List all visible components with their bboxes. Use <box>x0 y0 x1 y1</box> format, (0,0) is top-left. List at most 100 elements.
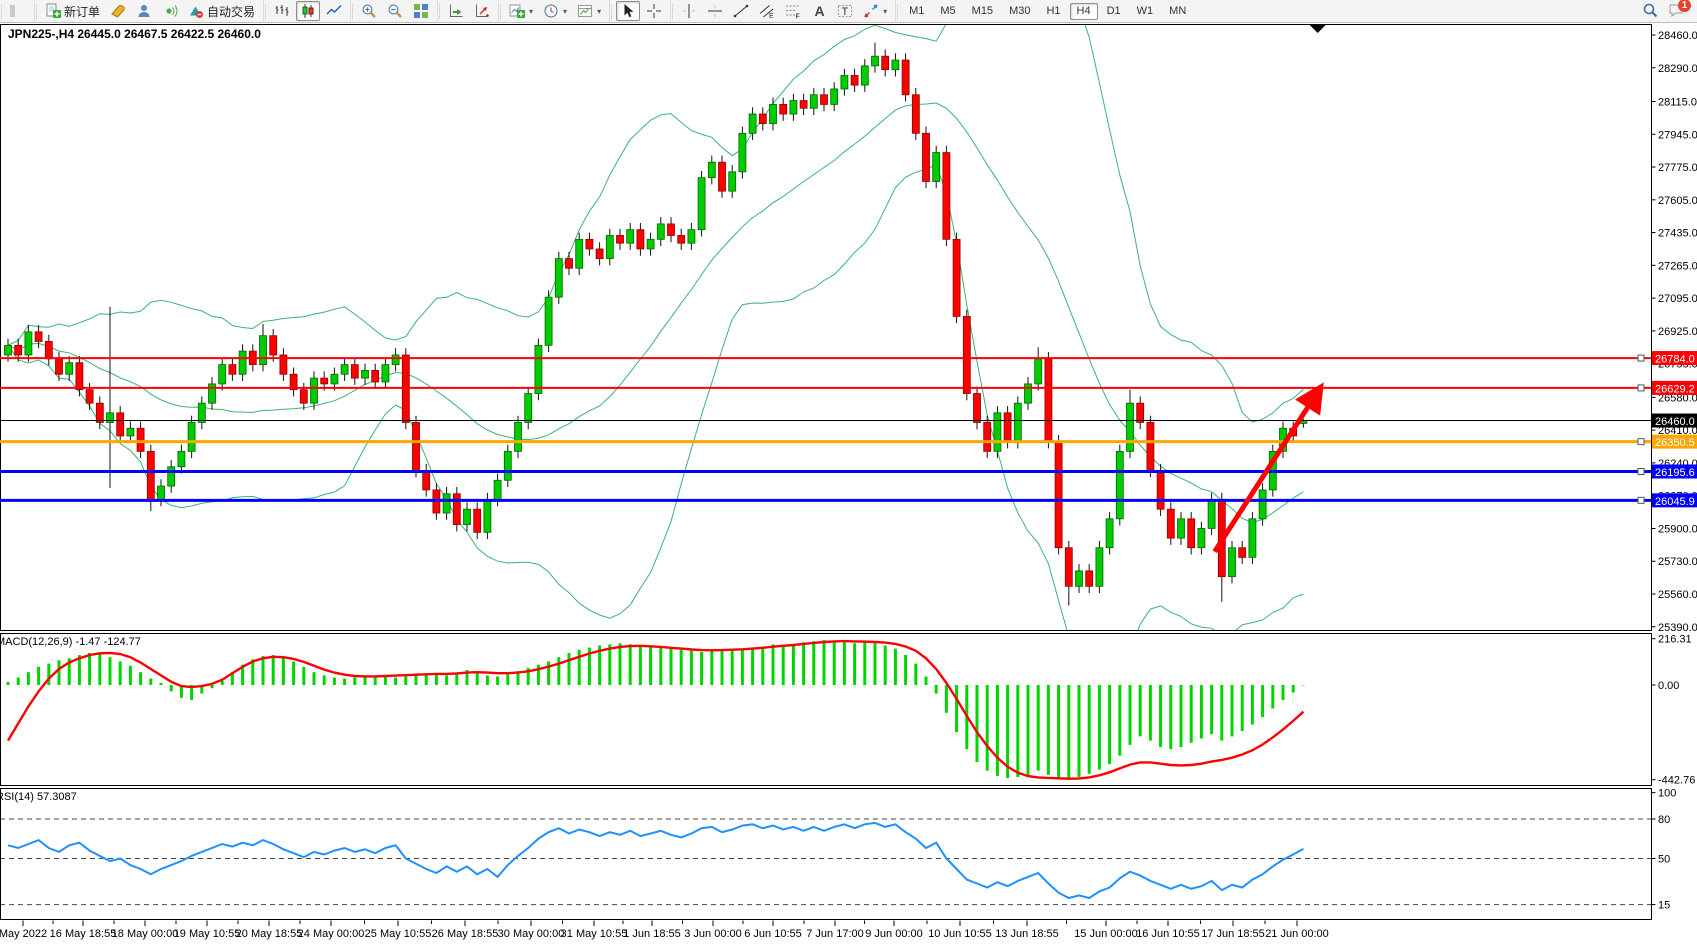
candle <box>810 95 817 108</box>
tf-w1-button[interactable]: W1 <box>1130 3 1161 20</box>
price-tick-label: 25730.0 <box>1658 556 1697 568</box>
line-handle[interactable] <box>1638 355 1644 361</box>
toolbar-group-scroll <box>437 0 498 23</box>
tf-d1-button[interactable]: D1 <box>1100 3 1128 20</box>
fibonacci-button[interactable]: F <box>781 1 805 21</box>
candle <box>637 230 644 249</box>
profile-button[interactable] <box>132 1 156 21</box>
bar-chart-button[interactable] <box>270 1 294 21</box>
auto-trading-button[interactable]: 自动交易 <box>184 1 259 21</box>
chart-shift-button[interactable] <box>470 1 494 21</box>
tf-m15-button-label: M15 <box>972 5 993 17</box>
line-icon <box>326 3 342 19</box>
price-marker-label: 26045.9 <box>1655 496 1695 508</box>
candle <box>1259 490 1266 519</box>
svg-text:F: F <box>796 14 800 20</box>
new-order-button[interactable]: 新订单 <box>41 1 104 21</box>
candle <box>321 378 328 384</box>
tf-mn-button[interactable]: MN <box>1162 3 1193 20</box>
macd-axis-label: 0.00 <box>1658 680 1679 692</box>
trendline-icon <box>733 3 749 19</box>
candle <box>1249 519 1256 558</box>
candle <box>219 365 226 384</box>
time-axis[interactable]: May 202216 May 18:5518 May 00:0019 May 1… <box>0 921 1329 941</box>
price-marker-label: 26195.6 <box>1655 467 1695 479</box>
tf-m30-button[interactable]: M30 <box>1002 3 1037 20</box>
channel-button[interactable]: E <box>755 1 779 21</box>
tf-h1-button[interactable]: H1 <box>1039 3 1067 20</box>
candle <box>96 403 103 422</box>
vertical-line-button[interactable] <box>677 1 701 21</box>
candle <box>25 332 32 355</box>
template-button[interactable]: ▾ <box>573 1 605 21</box>
macd-label: MACD(12,26,9) -1.47 -124.77 <box>0 636 141 648</box>
search-button[interactable] <box>1638 1 1662 21</box>
candle <box>994 413 1001 452</box>
text-label-button[interactable]: T <box>833 1 857 21</box>
candle-chart-button[interactable] <box>296 1 320 21</box>
indicators-button[interactable]: ▾ <box>505 1 537 21</box>
text-button[interactable]: A <box>807 1 831 21</box>
signals-button[interactable] <box>158 1 182 21</box>
tf-m15-button[interactable]: M15 <box>965 3 1000 20</box>
candle <box>821 95 828 105</box>
price-panel[interactable] <box>1 25 1652 631</box>
tf-h4-button-label: H4 <box>1077 5 1091 17</box>
candle <box>453 494 460 525</box>
rsi-panel[interactable] <box>1 789 1652 920</box>
trendline-button[interactable] <box>729 1 753 21</box>
candle <box>35 332 42 342</box>
toolbar: 新订单自动交易▾▾▾EFAT▾M1M5M15M30H1H4D1W1MN1 <box>0 0 1697 23</box>
horizontal-line-button[interactable] <box>703 1 727 21</box>
candle <box>270 336 277 355</box>
tf-m30-button-label: M30 <box>1009 5 1030 17</box>
candle <box>668 224 675 236</box>
price-tick-label: 27945.0 <box>1658 129 1697 141</box>
line-handle[interactable] <box>1638 497 1644 503</box>
tile-windows-button[interactable] <box>409 1 433 21</box>
auto-scroll-button[interactable] <box>444 1 468 21</box>
tf-h1-button-label: H1 <box>1046 5 1060 17</box>
doc-plus-icon <box>45 3 61 19</box>
tf-m5-button[interactable]: M5 <box>933 3 962 20</box>
clipped-icon <box>10 3 26 19</box>
candle <box>688 230 695 243</box>
zoom-out-button[interactable] <box>383 1 407 21</box>
chart-area[interactable]: 28460.028290.028115.027945.027775.027605… <box>0 0 1697 944</box>
cursor-button[interactable] <box>616 1 640 21</box>
notifications-button[interactable]: 1 <box>1664 1 1688 21</box>
candle <box>188 422 195 451</box>
line-handle[interactable] <box>1638 468 1644 474</box>
line-chart-button[interactable] <box>322 1 346 21</box>
candle <box>1106 519 1113 548</box>
tf-m1-button[interactable]: M1 <box>902 3 931 20</box>
candle <box>168 467 175 486</box>
price-marker-label: 26350.5 <box>1655 437 1695 449</box>
metaeditor-button[interactable] <box>106 1 130 21</box>
arrows-button[interactable]: ▾ <box>859 1 891 21</box>
line-handle[interactable] <box>1638 439 1644 445</box>
macd-panel[interactable] <box>1 634 1652 786</box>
line-handle[interactable] <box>1638 385 1644 391</box>
time-axis-label: 18 May 00:00 <box>112 928 179 940</box>
candle <box>474 509 481 532</box>
candle <box>657 224 664 239</box>
candle <box>117 413 124 436</box>
periods-button[interactable]: ▾ <box>539 1 571 21</box>
clipped-icon-button[interactable] <box>6 1 30 21</box>
candle <box>606 235 613 258</box>
crosshair-button[interactable] <box>642 1 666 21</box>
toolbar-right: 1 <box>1637 1 1697 21</box>
candle <box>708 162 715 177</box>
auto-trading-button-label: 自动交易 <box>207 3 255 20</box>
toolbar-group-objects: E F AT▾ <box>670 0 895 23</box>
time-axis-label: 21 Jun 00:00 <box>1265 928 1329 940</box>
fibonacci-icon: F <box>785 3 801 19</box>
candle <box>749 114 756 133</box>
time-axis-label: 26 May 18:55 <box>432 928 499 940</box>
candle <box>872 56 879 66</box>
time-axis-label: 16 Jun 10:55 <box>1136 928 1200 940</box>
indicator-plus-icon <box>509 3 525 19</box>
zoom-in-button[interactable] <box>357 1 381 21</box>
tf-h4-button[interactable]: H4 <box>1070 3 1098 20</box>
